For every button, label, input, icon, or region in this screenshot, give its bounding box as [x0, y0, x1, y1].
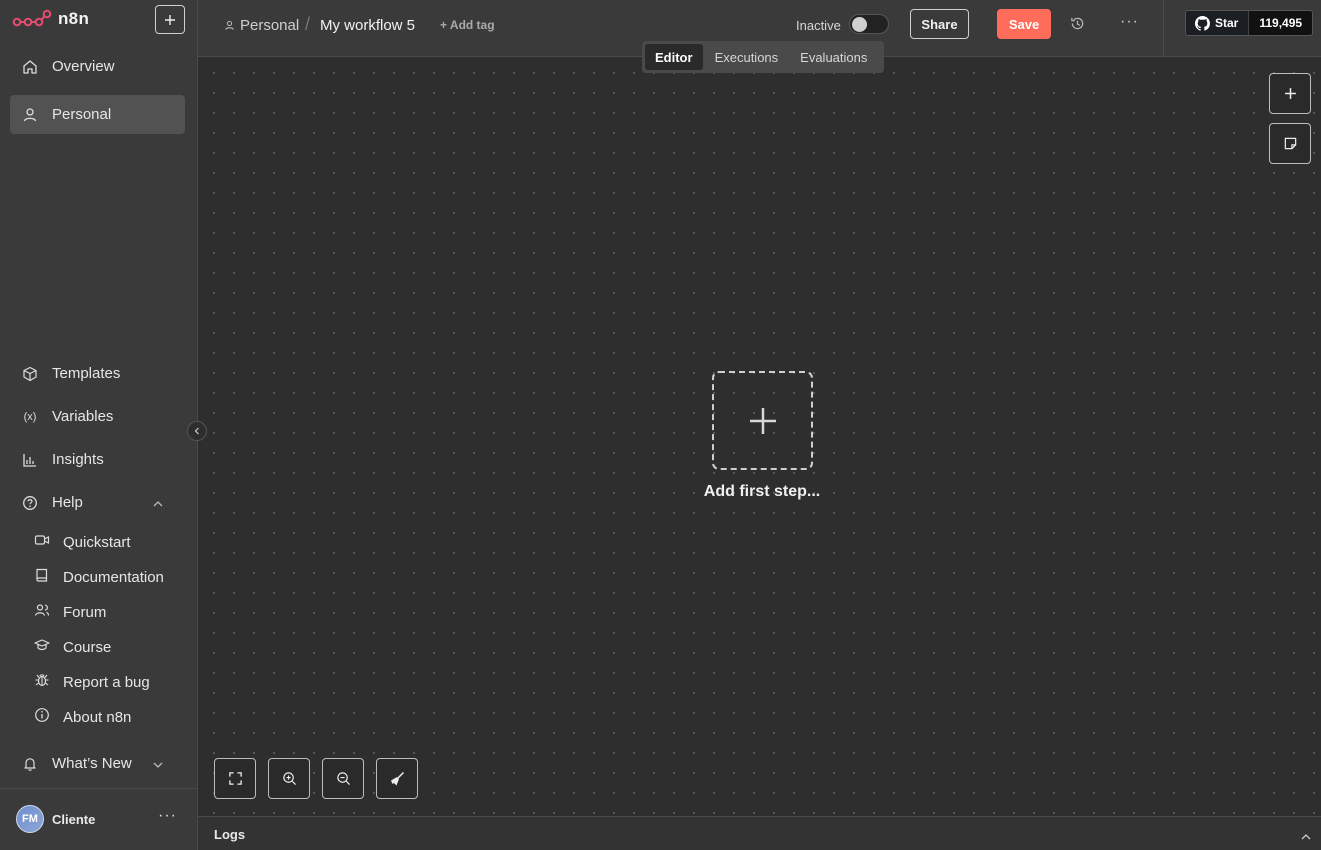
github-icon — [1195, 15, 1210, 31]
fit-view-icon — [228, 772, 242, 785]
view-tabs: Editor Executions Evaluations — [642, 41, 884, 73]
chevron-down-icon — [153, 755, 163, 772]
logo-text: n8n — [58, 9, 90, 28]
add-sticky-note-button[interactable] — [1269, 123, 1311, 164]
sidebar-item-label: Templates — [52, 365, 121, 382]
sidebar-item-insights[interactable]: Insights — [10, 440, 185, 479]
create-new-button[interactable] — [155, 5, 185, 34]
help-item-course[interactable]: Course — [34, 634, 111, 660]
github-star-label: Star — [1215, 16, 1239, 30]
sidebar-item-variables[interactable]: (x) Variables — [10, 397, 185, 436]
plus-icon — [749, 407, 776, 434]
n8n-logo[interactable]: n8n — [12, 8, 89, 30]
sidebar-item-label: Overview — [52, 58, 115, 75]
share-button[interactable]: Share — [910, 9, 969, 39]
tab-editor[interactable]: Editor — [645, 44, 703, 70]
sidebar-item-label: Help — [52, 494, 83, 511]
help-item-documentation[interactable]: Documentation — [34, 564, 164, 590]
info-icon — [34, 707, 50, 727]
add-first-step-button[interactable] — [712, 371, 813, 470]
sidebar-item-help[interactable]: Help — [10, 483, 185, 522]
plus-icon — [1284, 88, 1296, 99]
breadcrumb-project-label: Personal — [240, 17, 300, 34]
help-item-label: Course — [63, 638, 112, 656]
users-icon — [34, 602, 50, 622]
help-item-quickstart[interactable]: Quickstart — [34, 529, 131, 555]
zoom-out-button[interactable] — [322, 758, 364, 799]
tidy-up-button[interactable] — [376, 758, 418, 799]
status-label: Inactive — [796, 18, 841, 33]
logs-panel[interactable]: Logs — [198, 816, 1321, 850]
graduation-cap-icon — [34, 637, 50, 657]
chevron-up-icon[interactable] — [1301, 827, 1311, 845]
active-toggle[interactable] — [849, 14, 889, 34]
github-star-button[interactable]: Star 119,495 — [1185, 10, 1314, 36]
plus-icon — [165, 14, 175, 25]
workflow-canvas[interactable]: Add first step... — [198, 57, 1321, 816]
help-item-label: About n8n — [63, 708, 132, 726]
chevron-left-icon — [194, 427, 199, 435]
github-star[interactable]: Star — [1186, 11, 1249, 35]
bar-chart-icon — [22, 452, 38, 468]
help-item-about[interactable]: About n8n — [34, 704, 131, 730]
sidebar-item-personal[interactable]: Personal — [10, 95, 185, 134]
history-icon[interactable] — [1070, 16, 1085, 36]
fit-view-button[interactable] — [214, 758, 256, 799]
user-menu-more-button[interactable]: ··· — [158, 807, 177, 825]
help-circle-icon — [22, 495, 38, 511]
breadcrumb-separator: / — [305, 14, 311, 34]
sidebar: n8n Overview Personal Templates (x) Vari… — [0, 0, 198, 850]
sticky-note-icon — [1284, 137, 1296, 150]
sidebar-item-whats-new[interactable]: What’s New — [10, 744, 185, 783]
add-tag-button[interactable]: + Add tag — [440, 18, 495, 32]
sidebar-item-templates[interactable]: Templates — [10, 354, 185, 393]
help-item-label: Documentation — [63, 568, 164, 586]
video-icon — [34, 532, 50, 552]
tab-evaluations[interactable]: Evaluations — [790, 44, 877, 70]
workflow-name[interactable]: My workflow 5 — [320, 17, 415, 34]
chevron-up-icon — [153, 494, 163, 511]
broom-icon — [391, 771, 405, 785]
toggle-knob — [852, 17, 867, 32]
more-options-button[interactable]: ··· — [1120, 13, 1139, 31]
sidebar-footer: FM Cliente ··· — [0, 788, 198, 850]
save-button[interactable]: Save — [997, 9, 1051, 39]
github-star-count[interactable]: 119,495 — [1248, 11, 1313, 35]
add-first-step-label: Add first step... — [703, 483, 821, 500]
home-icon — [22, 59, 38, 75]
open-nodes-panel-button[interactable] — [1269, 73, 1311, 114]
book-icon — [34, 567, 50, 587]
sidebar-item-label: Insights — [52, 451, 104, 468]
avatar[interactable]: FM — [16, 805, 44, 833]
n8n-logo-icon — [12, 9, 52, 27]
bell-icon — [22, 756, 38, 772]
breadcrumb-project[interactable]: Personal — [224, 17, 299, 34]
bug-icon — [34, 672, 50, 692]
tab-executions[interactable]: Executions — [705, 44, 789, 70]
sidebar-item-overview[interactable]: Overview — [10, 47, 185, 86]
sidebar-item-label: What’s New — [52, 755, 132, 772]
variables-icon: (x) — [23, 410, 37, 423]
sidebar-item-label: Personal — [52, 106, 112, 123]
user-name: Cliente — [52, 812, 96, 827]
zoom-in-icon — [282, 772, 296, 786]
user-icon — [225, 20, 234, 30]
user-icon — [22, 107, 38, 123]
header-divider — [1163, 0, 1164, 57]
help-item-forum[interactable]: Forum — [34, 599, 106, 625]
help-item-report-bug[interactable]: Report a bug — [34, 669, 150, 695]
help-item-label: Forum — [63, 603, 107, 621]
help-item-label: Report a bug — [63, 673, 150, 691]
help-item-label: Quickstart — [63, 533, 131, 551]
zoom-out-icon — [336, 772, 350, 786]
logs-label: Logs — [214, 827, 246, 842]
zoom-in-button[interactable] — [268, 758, 310, 799]
sidebar-collapse-button[interactable] — [187, 421, 207, 441]
box-icon — [22, 366, 38, 382]
sidebar-item-label: Variables — [52, 408, 114, 425]
